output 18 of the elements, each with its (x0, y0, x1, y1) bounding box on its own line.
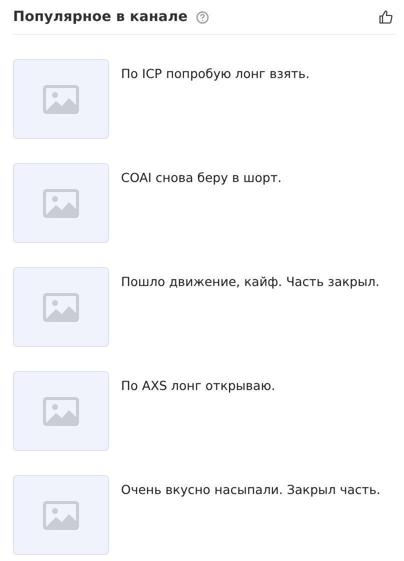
image-icon (43, 188, 79, 218)
post-text[interactable]: Очень вкусно насыпали. Закрыл часть. (121, 481, 380, 555)
post-text[interactable]: По AXS лонг открываю. (121, 377, 276, 451)
help-icon[interactable] (196, 10, 209, 24)
image-placeholder[interactable] (13, 475, 109, 555)
image-placeholder[interactable] (13, 267, 109, 347)
image-icon (43, 500, 79, 530)
post-text[interactable]: По ICP попробую лонг взять. (121, 65, 310, 139)
image-icon (43, 84, 79, 114)
section-title: Популярное в канале (13, 9, 188, 25)
post-text[interactable]: COAI снова беру в шорт. (121, 169, 282, 243)
post-text[interactable]: Пошло движение, кайф. Часть закрыл. (121, 273, 380, 347)
image-placeholder[interactable] (13, 163, 109, 243)
image-icon (43, 396, 79, 426)
image-placeholder[interactable] (13, 371, 109, 451)
image-icon (43, 292, 79, 322)
image-placeholder[interactable] (13, 59, 109, 139)
thumbs-up-icon[interactable] (379, 10, 393, 24)
